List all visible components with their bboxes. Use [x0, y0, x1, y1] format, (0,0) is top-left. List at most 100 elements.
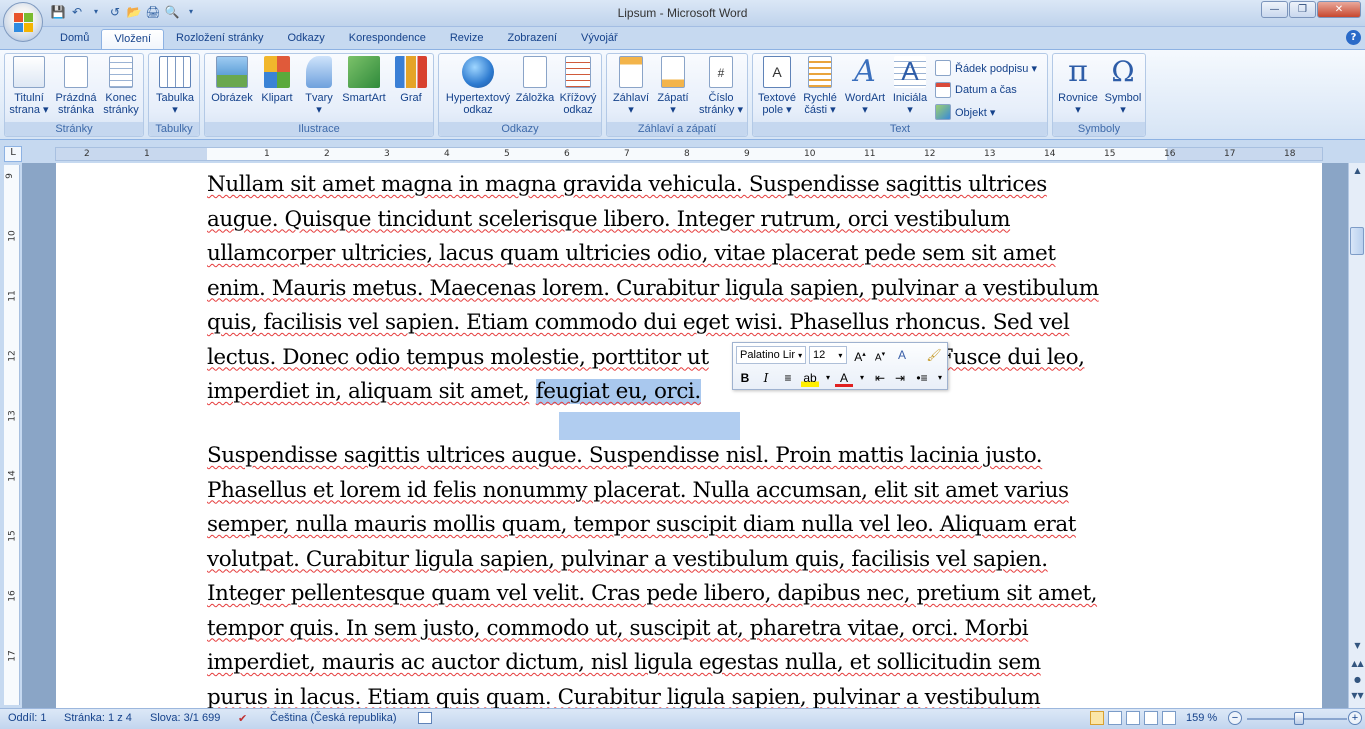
cover-page-button[interactable]: Titulní strana ▾: [9, 56, 49, 116]
group-pages: Titulní strana ▾ Prázdná stránka Konec strá…: [4, 53, 144, 137]
close-button[interactable]: ✕: [1317, 1, 1361, 18]
page-break-icon: [109, 56, 133, 88]
right-margin: [1167, 148, 1322, 160]
zoom-out-icon[interactable]: −: [1228, 711, 1242, 725]
format-painter-icon[interactable]: 🖌: [925, 346, 943, 364]
equation-button[interactable]: π Rovnice ▾: [1055, 56, 1101, 117]
vertical-scrollbar[interactable]: ▲ ▼ ▲▲ ● ▼▼: [1348, 163, 1365, 708]
highlight-icon[interactable]: ab: [801, 369, 819, 387]
table-button[interactable]: Tabulka ▾: [153, 56, 197, 116]
clipart-button[interactable]: Klipart: [257, 56, 297, 104]
status-bar: Oddíl: 1 Stránka: 1 z 4 Slova: 3/1 699 ✔…: [0, 708, 1365, 729]
ruler-number: 15: [1104, 149, 1116, 159]
page-indicator[interactable]: Stránka: 1 z 4: [64, 712, 132, 724]
ribbon-tabs: Domů Vložení Rozložení stránky Odkazy Ko…: [48, 28, 630, 50]
date-time-button[interactable]: Datum a čas: [935, 80, 1017, 100]
picture-button[interactable]: Obrázek: [209, 56, 255, 104]
help-icon[interactable]: ?: [1346, 30, 1361, 45]
office-logo-icon: [14, 13, 34, 33]
shrink-font-icon[interactable]: A▾: [871, 346, 889, 364]
bookmark-button[interactable]: Záložka: [515, 56, 555, 104]
tab-selector-button[interactable]: L: [4, 146, 22, 162]
tab-rozlozeni-stranky[interactable]: Rozložení stránky: [164, 29, 275, 50]
decrease-indent-icon[interactable]: ⇤: [871, 369, 889, 387]
cross-reference-button[interactable]: Křížový odkaz: [557, 56, 599, 116]
macro-record-icon[interactable]: [418, 712, 432, 724]
horizontal-ruler[interactable]: 2 1 1 2 3 4 5 6 7 8 9 10 11 12 13 14 15 …: [55, 147, 1323, 161]
italic-icon[interactable]: I: [757, 369, 775, 387]
tab-vyvojar[interactable]: Vývojář: [569, 29, 630, 50]
chart-button[interactable]: Graf: [391, 56, 431, 104]
tab-zobrazeni[interactable]: Zobrazení: [495, 29, 569, 50]
signature-line-button[interactable]: Řádek podpisu ▾: [935, 58, 1037, 78]
text-box-button[interactable]: A Textové pole ▾: [755, 56, 799, 116]
picture-icon: [216, 56, 248, 88]
browse-object-icon[interactable]: ●: [1350, 672, 1365, 688]
styles-icon[interactable]: A: [893, 346, 911, 364]
grow-font-icon[interactable]: A▴: [851, 346, 869, 364]
next-page-icon[interactable]: ▼▼: [1350, 688, 1365, 704]
font-color-icon[interactable]: A: [835, 369, 853, 387]
language-indicator[interactable]: Čeština (Česká republika): [270, 712, 397, 724]
scroll-thumb[interactable]: [1350, 227, 1364, 255]
object-button[interactable]: Objekt ▾: [935, 102, 995, 122]
header-button[interactable]: Záhlaví ▾: [611, 56, 651, 116]
page-number-button[interactable]: # Číslo stránky ▾: [697, 56, 745, 116]
draft-icon[interactable]: [1162, 711, 1176, 725]
symbol-button[interactable]: Ω Symbol ▾: [1101, 56, 1145, 117]
zoom-in-icon[interactable]: +: [1348, 711, 1362, 725]
tab-vlozeni[interactable]: Vložení: [101, 29, 165, 50]
scroll-up-icon[interactable]: ▲: [1350, 163, 1365, 179]
hyperlink-button[interactable]: Hypertextový odkaz: [443, 56, 513, 116]
ruler-number: 2: [84, 149, 90, 159]
selected-text[interactable]: feugiat eu, orci.: [535, 379, 701, 404]
font-name-field[interactable]: Palatino Lir ▾: [736, 346, 806, 364]
ruler-number: 13: [984, 149, 996, 159]
increase-indent-icon[interactable]: ⇥: [891, 369, 909, 387]
tab-domu[interactable]: Domů: [48, 29, 101, 50]
tab-odkazy[interactable]: Odkazy: [275, 29, 336, 50]
group-title: Text: [753, 122, 1047, 136]
paragraph-1[interactable]: Nullam sit amet magna in magna gravida v…: [207, 168, 1187, 410]
font-size-field[interactable]: 12 ▾: [809, 346, 847, 364]
full-screen-reading-icon[interactable]: [1108, 711, 1122, 725]
chevron-down-icon[interactable]: ▾: [853, 369, 871, 387]
wordart-button[interactable]: A WordArt ▾: [841, 56, 889, 117]
text-line: tempor quis. In sem justo, commodo ut, s…: [207, 615, 1029, 641]
tab-korespondence[interactable]: Korespondence: [337, 29, 438, 50]
print-layout-icon[interactable]: [1090, 711, 1104, 725]
drop-cap-button[interactable]: A Iniciála ▾: [889, 56, 931, 116]
outline-icon[interactable]: [1144, 711, 1158, 725]
bold-icon[interactable]: B: [736, 369, 754, 387]
paragraph-2[interactable]: Suspendisse sagittis ultrices augue. Sus…: [207, 439, 1187, 708]
smartart-button[interactable]: SmartArt: [339, 56, 389, 104]
word-count[interactable]: Slova: 3/1 699: [150, 712, 220, 724]
text-line: lectus. Donec odio tempus molestie, port…: [207, 344, 1085, 370]
minimize-button[interactable]: —: [1261, 1, 1288, 18]
blank-page-button[interactable]: Prázdná stránka: [53, 56, 99, 116]
ruler-number: 1: [264, 149, 270, 159]
maximize-button[interactable]: ❐: [1289, 1, 1316, 18]
shapes-button[interactable]: Tvary ▾: [301, 56, 337, 116]
footer-button[interactable]: Zápatí ▾: [653, 56, 693, 116]
zoom-slider-handle[interactable]: [1294, 712, 1304, 725]
page-break-button[interactable]: Konec stránky: [101, 56, 141, 116]
center-align-icon[interactable]: ≡: [779, 369, 797, 387]
chevron-down-icon[interactable]: ▾: [931, 369, 949, 387]
tab-revize[interactable]: Revize: [438, 29, 496, 50]
quick-parts-button[interactable]: Rychlé části ▾: [801, 56, 839, 116]
vertical-ruler[interactable]: 9 10 11 12 13 14 15 16 17: [4, 165, 20, 705]
bullets-icon[interactable]: •≡: [913, 369, 931, 387]
ruler-number: 17: [1224, 149, 1236, 159]
proofing-icon[interactable]: ✔: [238, 712, 247, 725]
previous-page-icon[interactable]: ▲▲: [1350, 656, 1365, 672]
ruler-number: 3: [384, 149, 390, 159]
zoom-level[interactable]: 159 %: [1186, 712, 1217, 724]
section-indicator[interactable]: Oddíl: 1: [8, 712, 47, 724]
ruler-number: 10: [7, 230, 18, 242]
scroll-down-icon[interactable]: ▼: [1350, 638, 1365, 654]
office-button[interactable]: [3, 2, 43, 42]
web-layout-icon[interactable]: [1126, 711, 1140, 725]
text-line: imperdiet, mauris ac auctor dictum, nisl…: [207, 650, 1041, 675]
ruler-number: 1: [144, 149, 150, 159]
